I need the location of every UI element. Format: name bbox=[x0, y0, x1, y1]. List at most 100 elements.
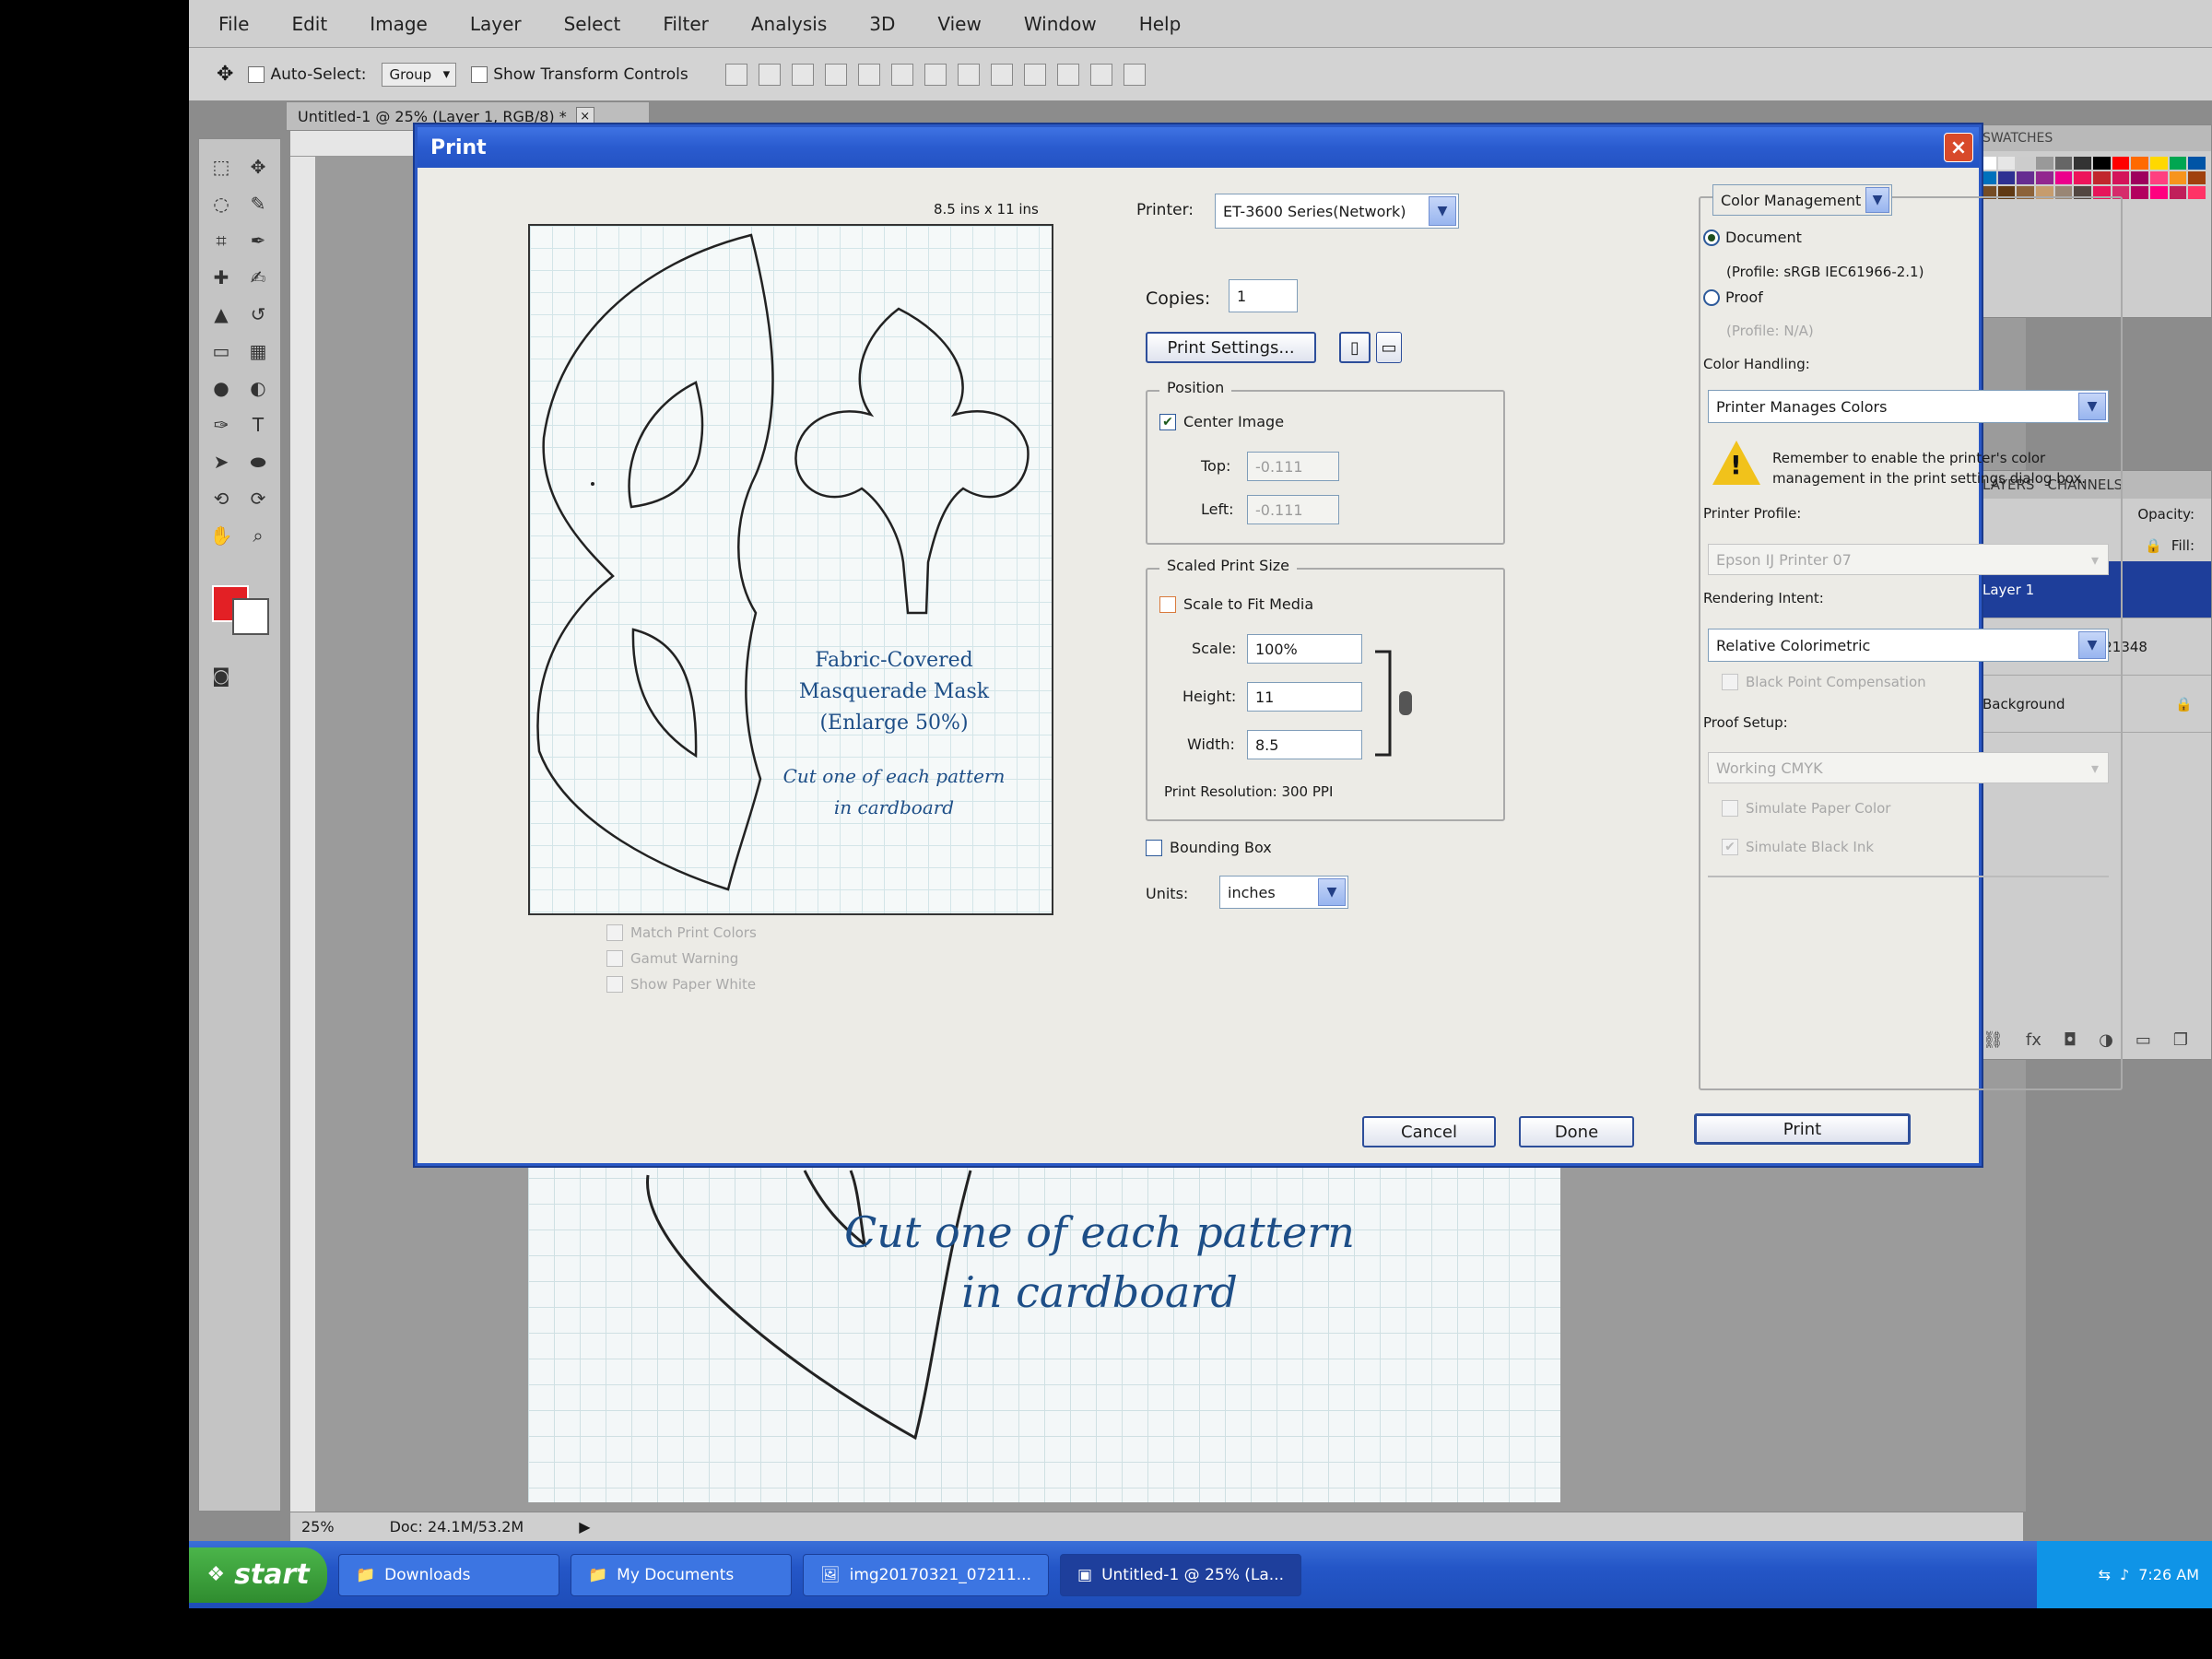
width-input[interactable]: 8.5 bbox=[1247, 730, 1362, 759]
zoom-level[interactable]: 25% bbox=[301, 1518, 335, 1535]
new-group-icon[interactable]: ▭ bbox=[2136, 1030, 2151, 1050]
clock[interactable]: 7:26 AM bbox=[2138, 1566, 2199, 1583]
menu-select[interactable]: Select bbox=[553, 7, 632, 41]
quick-mask-icon[interactable]: ◙ bbox=[206, 661, 236, 690]
print-preview[interactable]: Fabric-Covered Masquerade Mask (Enlarge … bbox=[528, 224, 1053, 915]
printer-select[interactable]: ET-3600 Series(Network) ▼ bbox=[1215, 194, 1459, 229]
scale-to-fit-checkbox[interactable] bbox=[1159, 595, 1176, 613]
height-input[interactable]: 11 bbox=[1247, 682, 1362, 712]
distribute-vcenter-icon[interactable] bbox=[957, 63, 980, 86]
copies-input[interactable]: 1 bbox=[1229, 279, 1298, 312]
rendering-intent-select[interactable]: Relative Colorimetric ▼ bbox=[1708, 629, 2109, 662]
swatches-tab[interactable]: SWATCHES bbox=[1973, 125, 2211, 151]
crop-tool-icon[interactable]: ⌗ bbox=[206, 226, 236, 255]
menu-file[interactable]: File bbox=[207, 7, 260, 41]
shape-tool-icon[interactable]: ⬬ bbox=[243, 447, 273, 477]
zoom-tool-icon[interactable]: ⌕ bbox=[243, 521, 273, 550]
3d-orbit-tool-icon[interactable]: ⟳ bbox=[243, 484, 273, 513]
menu-help[interactable]: Help bbox=[1128, 7, 1193, 41]
chevron-down-icon[interactable]: ▼ bbox=[2078, 393, 2106, 420]
align-right-icon[interactable] bbox=[890, 63, 913, 86]
chevron-down-icon[interactable]: ▼ bbox=[2078, 631, 2106, 659]
center-image-checkbox[interactable]: ✔ bbox=[1159, 413, 1176, 430]
eyedropper-tool-icon[interactable]: ✒ bbox=[243, 226, 273, 255]
healing-tool-icon[interactable]: ✚ bbox=[206, 263, 236, 292]
document-option[interactable]: Document bbox=[1703, 229, 1802, 246]
color-management-select[interactable]: Color Management ▼ bbox=[1712, 184, 1892, 216]
menu-layer[interactable]: Layer bbox=[459, 7, 533, 41]
network-icon[interactable]: ⇆ bbox=[2099, 1566, 2111, 1583]
align-hcenter-icon[interactable] bbox=[857, 63, 880, 86]
lock-icon[interactable]: 🔒 bbox=[2145, 537, 2162, 554]
page-orientation-landscape-icon[interactable]: ▭ bbox=[1376, 332, 1402, 363]
distribute-top-icon[interactable] bbox=[924, 63, 947, 86]
close-icon[interactable]: × bbox=[575, 107, 594, 125]
document-radio[interactable] bbox=[1703, 229, 1720, 246]
path-select-tool-icon[interactable]: ➤ bbox=[206, 447, 236, 477]
dodge-tool-icon[interactable]: ◐ bbox=[243, 373, 273, 403]
center-image-option[interactable]: ✔ Center Image bbox=[1159, 413, 1284, 430]
menu-image[interactable]: Image bbox=[359, 7, 439, 41]
menu-3d[interactable]: 3D bbox=[858, 7, 906, 41]
brush-tool-icon[interactable]: ✍ bbox=[243, 263, 273, 292]
volume-icon[interactable]: ♪ bbox=[2120, 1566, 2129, 1583]
auto-select-option[interactable]: Auto-Select: bbox=[248, 65, 367, 84]
menu-view[interactable]: View bbox=[926, 7, 992, 41]
page-orientation-portrait-icon[interactable]: ▯ bbox=[1339, 332, 1371, 363]
print-settings-button[interactable]: Print Settings... bbox=[1146, 332, 1316, 363]
show-transform-option[interactable]: Show Transform Controls bbox=[471, 65, 688, 84]
menu-edit[interactable]: Edit bbox=[280, 7, 338, 41]
distribute-left-icon[interactable] bbox=[1023, 63, 1046, 86]
menu-filter[interactable]: Filter bbox=[652, 7, 720, 41]
gradient-tool-icon[interactable]: ▦ bbox=[243, 336, 273, 366]
proof-radio[interactable] bbox=[1703, 288, 1720, 306]
chevron-down-icon[interactable]: ▼ bbox=[1318, 878, 1346, 906]
auto-align-icon[interactable] bbox=[1123, 63, 1146, 86]
done-button[interactable]: Done bbox=[1519, 1116, 1634, 1147]
units-select[interactable]: inches ▼ bbox=[1219, 876, 1348, 909]
blur-tool-icon[interactable]: ● bbox=[206, 373, 236, 403]
lasso-tool-icon[interactable]: ◌ bbox=[206, 189, 236, 218]
task-downloads[interactable]: 📁 Downloads bbox=[338, 1553, 559, 1596]
move-tool-icon[interactable]: ✥ bbox=[217, 63, 233, 86]
scale-input[interactable]: 100% bbox=[1247, 634, 1362, 664]
task-image-viewer[interactable]: 🖼 img20170321_07211... bbox=[803, 1553, 1049, 1596]
align-bottom-icon[interactable] bbox=[791, 63, 814, 86]
show-transform-checkbox[interactable] bbox=[471, 65, 488, 83]
align-top-icon[interactable] bbox=[724, 63, 747, 86]
new-layer-icon[interactable]: ❐ bbox=[2173, 1030, 2188, 1050]
history-brush-tool-icon[interactable]: ↺ bbox=[243, 300, 273, 329]
menu-window[interactable]: Window bbox=[1013, 7, 1108, 41]
background-color-swatch[interactable] bbox=[232, 598, 269, 635]
3d-rotate-tool-icon[interactable]: ⟲ bbox=[206, 484, 236, 513]
task-photoshop[interactable]: ▣ Untitled-1 @ 25% (La... bbox=[1060, 1553, 1301, 1596]
task-my-documents[interactable]: 📁 My Documents bbox=[571, 1553, 792, 1596]
bounding-box-checkbox[interactable] bbox=[1146, 839, 1162, 856]
auto-select-checkbox[interactable] bbox=[248, 65, 265, 83]
hand-tool-icon[interactable]: ✋ bbox=[206, 521, 236, 550]
stamp-tool-icon[interactable]: ▲ bbox=[206, 300, 236, 329]
cancel-button[interactable]: Cancel bbox=[1362, 1116, 1496, 1147]
close-icon[interactable]: × bbox=[1944, 133, 1973, 162]
distribute-hcenter-icon[interactable] bbox=[1056, 63, 1079, 86]
align-vcenter-icon[interactable] bbox=[758, 63, 781, 86]
menu-analysis[interactable]: Analysis bbox=[740, 7, 838, 41]
auto-select-dropdown[interactable]: Group bbox=[381, 62, 457, 87]
scale-to-fit-option[interactable]: Scale to Fit Media bbox=[1159, 595, 1313, 613]
chevron-down-icon[interactable]: ▼ bbox=[1865, 187, 1889, 213]
dialog-titlebar[interactable]: Print bbox=[418, 127, 1979, 168]
eraser-tool-icon[interactable]: ▭ bbox=[206, 336, 236, 366]
status-arrow-icon[interactable]: ▶ bbox=[579, 1518, 590, 1535]
chevron-down-icon[interactable]: ▼ bbox=[1429, 196, 1456, 226]
distribute-right-icon[interactable] bbox=[1089, 63, 1112, 86]
start-button[interactable]: ❖ start bbox=[189, 1547, 327, 1603]
distribute-bottom-icon[interactable] bbox=[990, 63, 1013, 86]
chain-link-icon[interactable] bbox=[1399, 691, 1412, 715]
proof-option[interactable]: Proof bbox=[1703, 288, 1763, 306]
marquee-tool-icon[interactable]: ⬚ bbox=[206, 152, 236, 182]
top-input[interactable]: -0.111 bbox=[1247, 452, 1339, 481]
left-input[interactable]: -0.111 bbox=[1247, 495, 1339, 524]
type-tool-icon[interactable]: T bbox=[243, 410, 273, 440]
align-left-icon[interactable] bbox=[824, 63, 847, 86]
quick-select-tool-icon[interactable]: ✎ bbox=[243, 189, 273, 218]
